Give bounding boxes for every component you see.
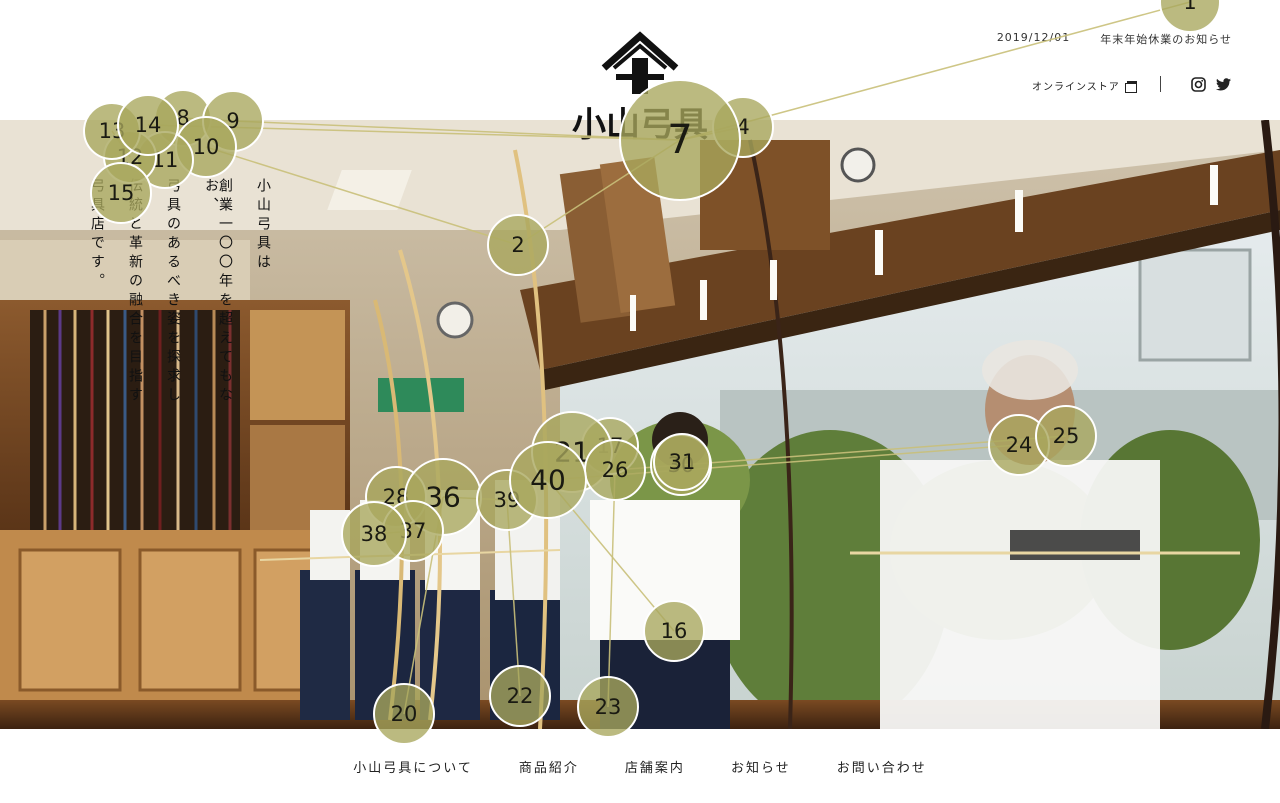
annotation-bubble-31[interactable]: 31 [653, 433, 711, 491]
nav-contact[interactable]: お問い合わせ [837, 757, 927, 776]
online-store-link[interactable]: オンラインストア [1032, 78, 1137, 93]
tagline-line-2: 創業一〇〇年を超えてもなお、 [203, 178, 233, 406]
nav-about[interactable]: 小山弓具について [353, 757, 473, 776]
annotation-bubble-22[interactable]: 22 [489, 665, 551, 727]
bubble-number: 26 [602, 458, 629, 482]
bubble-number: 38 [361, 522, 388, 546]
tagline-line-3: 弓具のあるべき姿を探求し [165, 178, 181, 406]
bubble-number: 7 [667, 117, 692, 163]
bubble-number: 24 [1006, 433, 1033, 457]
bubble-number: 15 [108, 181, 135, 205]
bubble-number: 2 [511, 233, 524, 257]
bubble-number: 20 [391, 702, 418, 726]
bubble-number: 25 [1053, 424, 1080, 448]
news-date: 2019/12/01 [996, 31, 1071, 44]
annotation-bubble-7[interactable]: 7 [619, 79, 741, 201]
vertical-tagline: 小山弓具は 創業一〇〇年を超えてもなお、 弓具のあるべき姿を探求し 伝統と革新の… [60, 178, 271, 418]
annotation-bubble-20[interactable]: 20 [373, 683, 435, 745]
bubble-number: 31 [669, 450, 696, 474]
bubble-number: 10 [193, 135, 220, 159]
annotation-bubble-38[interactable]: 38 [341, 501, 407, 567]
instagram-icon[interactable] [1191, 77, 1206, 92]
annotation-bubble-15[interactable]: 15 [90, 162, 152, 224]
online-store-label: オンラインストア [1032, 82, 1120, 93]
bubble-number: 23 [595, 695, 622, 719]
annotation-bubble-26[interactable]: 26 [584, 439, 646, 501]
nav-news[interactable]: お知らせ [731, 757, 791, 776]
tagline-line-1: 小山弓具は [255, 178, 271, 273]
twitter-icon[interactable] [1216, 78, 1231, 91]
social-links [1191, 77, 1231, 92]
nav-stores[interactable]: 店舗案内 [625, 757, 685, 776]
annotation-bubble-16[interactable]: 16 [643, 600, 705, 662]
annotation-bubble-2[interactable]: 2 [487, 214, 549, 276]
news-ticker[interactable]: 2019/12/01 年末年始休業のお知らせ [997, 31, 1232, 47]
news-title-link[interactable]: 年末年始休業のお知らせ [1100, 31, 1232, 47]
bubble-number: 40 [530, 464, 566, 497]
bubble-number: 1 [1183, 0, 1196, 14]
bubble-number: 22 [507, 684, 534, 708]
header-divider [1160, 76, 1161, 92]
bubble-number: 14 [135, 113, 162, 137]
global-nav: 小山弓具について 商品紹介 店舗案内 お知らせ お問い合わせ [0, 729, 1280, 803]
bubble-number: 16 [661, 619, 688, 643]
nav-products[interactable]: 商品紹介 [519, 757, 579, 776]
annotation-bubble-25[interactable]: 25 [1035, 405, 1097, 467]
annotation-bubble-23[interactable]: 23 [577, 676, 639, 738]
annotation-bubble-40[interactable]: 40 [509, 441, 587, 519]
annotation-bubble-14[interactable]: 14 [117, 94, 179, 156]
external-window-icon [1124, 80, 1137, 93]
